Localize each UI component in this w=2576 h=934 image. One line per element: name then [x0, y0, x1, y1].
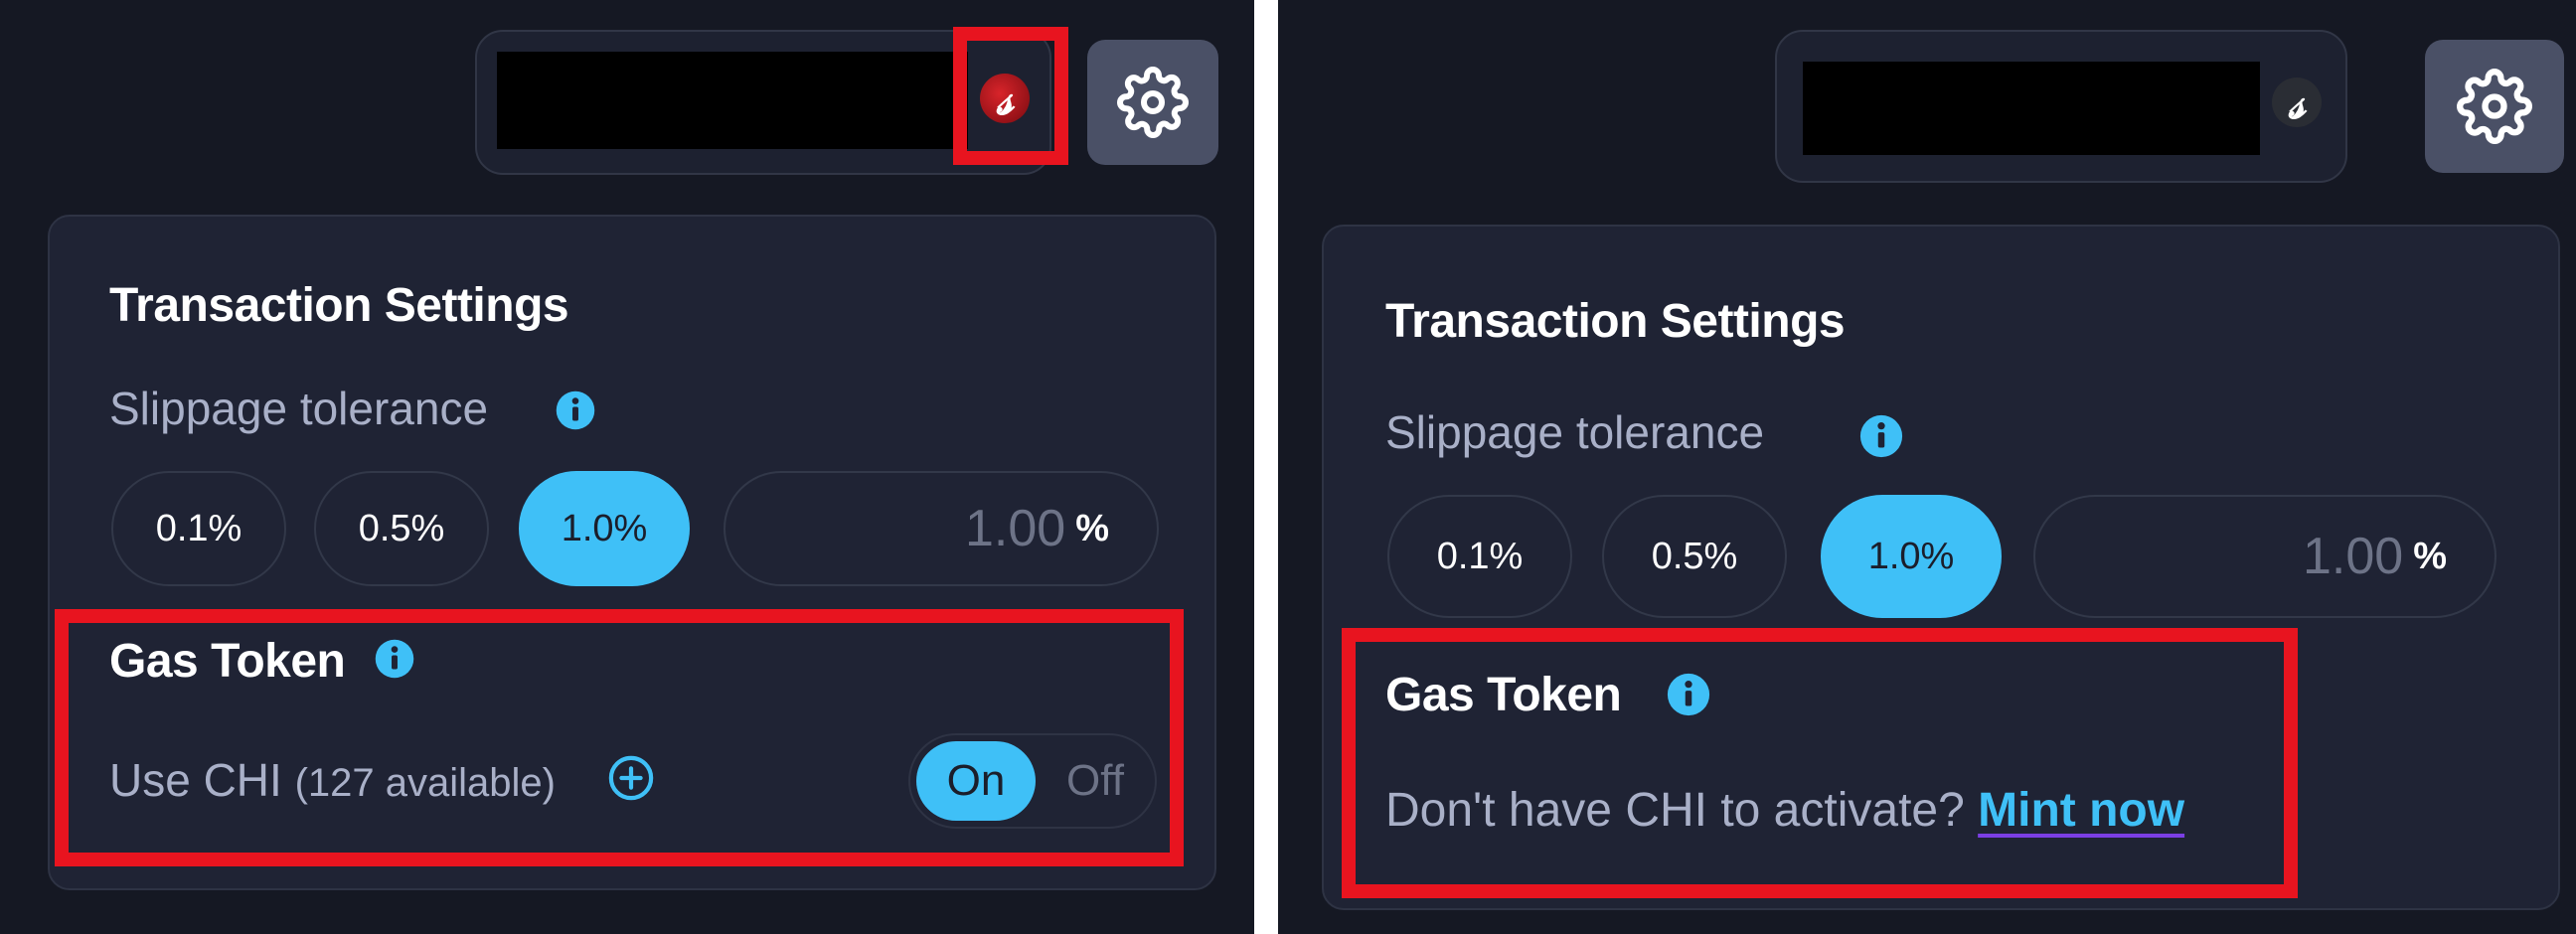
- mint-chi-row: Don't have CHI to activate? Mint now: [1385, 783, 2184, 838]
- slippage-tolerance-label: Slippage tolerance: [1385, 406, 1765, 458]
- gas-token-info-icon[interactable]: [374, 638, 415, 680]
- custom-slippage-value: 1.00: [2302, 528, 2404, 585]
- info-icon[interactable]: [555, 389, 596, 431]
- slippage-option-0-1[interactable]: 0.1%: [111, 471, 286, 586]
- custom-slippage-unit: %: [2413, 535, 2447, 577]
- wallet-avatar-icon[interactable]: 𝓈: [980, 74, 1030, 123]
- redacted-address: [1803, 62, 2260, 155]
- use-chi-label: Use CHI: [109, 754, 282, 806]
- mint-chi-prompt: Don't have CHI to activate?: [1385, 784, 1965, 837]
- toggle-off-option[interactable]: Off: [1036, 756, 1155, 806]
- transaction-settings-card: Transaction Settings Slippage tolerance …: [1322, 225, 2560, 910]
- gear-icon: [1117, 67, 1189, 138]
- slippage-option-1-0[interactable]: 1.0%: [519, 471, 690, 586]
- redacted-address: [497, 52, 968, 149]
- slippage-tolerance-label: Slippage tolerance: [109, 383, 489, 434]
- gear-icon: [2457, 69, 2532, 144]
- toggle-on-option[interactable]: On: [916, 741, 1036, 821]
- transaction-settings-title: Transaction Settings: [109, 279, 569, 332]
- custom-slippage-value: 1.00: [964, 500, 1066, 557]
- info-icon[interactable]: [1858, 413, 1904, 459]
- settings-button[interactable]: [2425, 40, 2564, 173]
- use-chi-row: Use CHI (127 available): [109, 753, 556, 807]
- custom-slippage-unit: %: [1075, 507, 1109, 549]
- settings-button[interactable]: [1087, 40, 1218, 165]
- transaction-settings-title: Transaction Settings: [1385, 295, 1846, 348]
- gas-token-title: Gas Token: [1385, 669, 1622, 721]
- custom-slippage-input[interactable]: 1.00 %: [724, 471, 1159, 586]
- left-screenshot-panel: 𝓈 Transaction Settings Slippage toleranc…: [0, 0, 1254, 934]
- slippage-option-0-1[interactable]: 0.1%: [1387, 495, 1572, 618]
- use-chi-toggle[interactable]: On Off: [908, 733, 1157, 829]
- transaction-settings-card: Transaction Settings Slippage tolerance …: [48, 215, 1216, 890]
- plus-circle-icon[interactable]: [608, 755, 654, 801]
- gas-token-info-icon[interactable]: [1666, 672, 1711, 717]
- wallet-avatar-icon[interactable]: 𝓈: [2272, 78, 2322, 127]
- right-screenshot-panel: 𝓈 Transaction Settings Slippage toleranc…: [1278, 0, 2576, 934]
- custom-slippage-input[interactable]: 1.00 %: [2033, 495, 2496, 618]
- chi-available-count: (127 available): [294, 761, 556, 805]
- gas-token-title: Gas Token: [109, 635, 346, 688]
- slippage-option-0-5[interactable]: 0.5%: [314, 471, 489, 586]
- slippage-option-1-0[interactable]: 1.0%: [1821, 495, 2002, 618]
- slippage-option-0-5[interactable]: 0.5%: [1602, 495, 1787, 618]
- mint-now-link[interactable]: Mint now: [1978, 784, 2184, 837]
